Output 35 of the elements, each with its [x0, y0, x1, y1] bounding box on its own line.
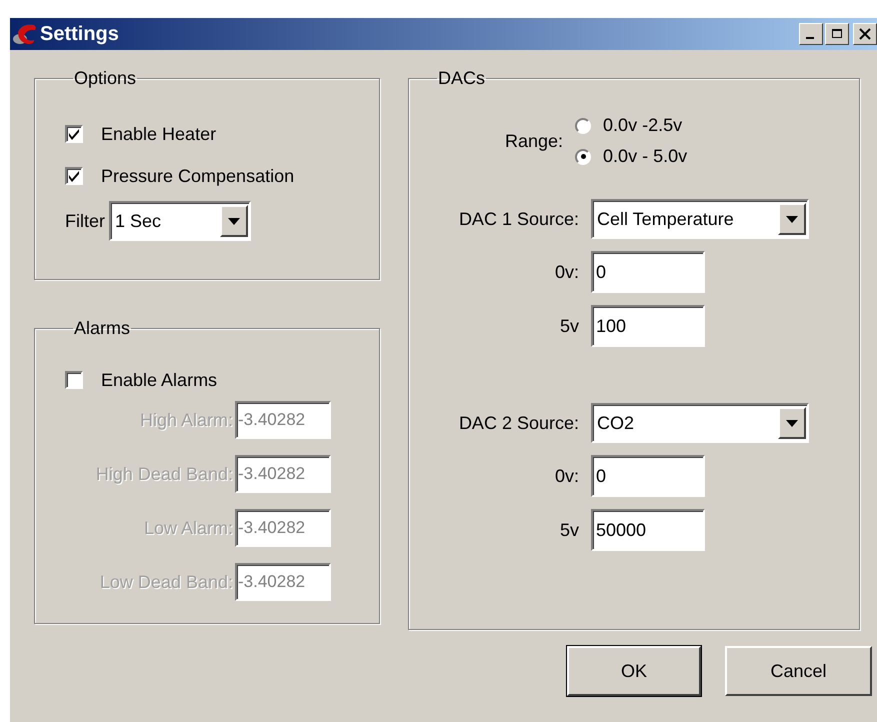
field-label: 0v: — [554, 262, 579, 282]
source-dropdown[interactable]: CO2 — [591, 403, 809, 443]
app-icon — [12, 22, 38, 46]
radio-button[interactable] — [575, 148, 592, 164]
checkbox-label: Enable Alarms — [101, 370, 218, 390]
close-button[interactable] — [853, 23, 877, 45]
input-field[interactable]: 100 — [591, 305, 705, 347]
checkbox[interactable] — [65, 371, 83, 389]
source-dropdown[interactable]: Cell Temperature — [591, 199, 809, 239]
window-title: Settings — [40, 22, 120, 46]
field-label: 0v: — [554, 466, 579, 486]
maximize-button[interactable] — [825, 23, 849, 45]
input-field[interactable]: 50000 — [591, 509, 705, 551]
field-label: 5v — [558, 520, 579, 540]
input-field[interactable]: 0 — [591, 251, 705, 293]
range-label: Range: — [505, 130, 564, 152]
ok-button[interactable]: OK — [567, 646, 701, 696]
filter-label: Filter — [65, 210, 105, 232]
radio-button[interactable] — [575, 118, 592, 134]
filter-dropdown[interactable]: 1 Sec — [109, 201, 251, 241]
group-title: Options — [73, 68, 138, 89]
checkbox-label: Pressure Compensation — [101, 166, 294, 186]
group-title: DACs — [437, 68, 486, 89]
minimize-button[interactable] — [799, 23, 823, 45]
cancel-button[interactable]: Cancel — [725, 646, 872, 696]
group-title: Alarms — [73, 318, 132, 339]
input-field[interactable]: 0 — [591, 455, 705, 497]
source-label: DAC 2 Source: — [458, 412, 579, 434]
field-label: 5v — [558, 316, 579, 336]
close-icon[interactable] — [859, 28, 871, 40]
source-label: DAC 1 Source: — [458, 208, 579, 230]
checkbox-label: Enable Heater — [101, 124, 216, 144]
radio-label: 0.0v -2.5v — [603, 115, 682, 136]
maximize-icon[interactable] — [831, 28, 843, 40]
radio-label: 0.0v - 5.0v — [603, 146, 688, 167]
